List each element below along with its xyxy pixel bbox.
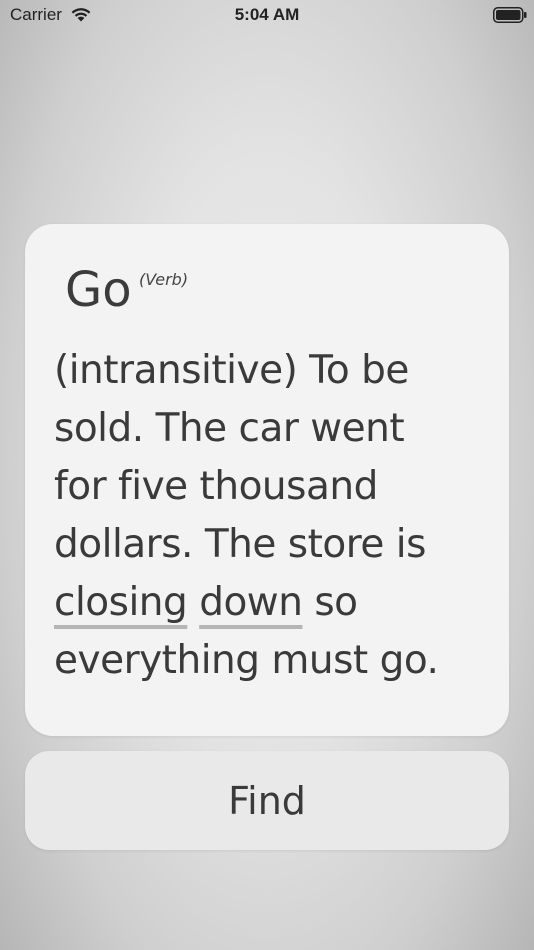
definition-text-segment: sold. The car went bbox=[54, 406, 405, 451]
find-button[interactable]: Find bbox=[25, 751, 509, 850]
clock: 5:04 AM bbox=[234, 5, 300, 24]
linked-word-down[interactable]: down bbox=[199, 580, 303, 625]
definition-text-segment: everything must go. bbox=[54, 638, 439, 683]
definition-text: (intransitive) To be sold. The car went … bbox=[54, 342, 484, 690]
find-button-label: Find bbox=[228, 778, 306, 823]
definition-text-segment: so bbox=[302, 580, 358, 625]
definition-line: (intransitive) To be bbox=[54, 342, 484, 400]
definition-line: closing down so bbox=[54, 574, 484, 632]
definition-line: sold. The car went bbox=[54, 400, 484, 458]
definition-text-segment: (intransitive) To be bbox=[54, 348, 409, 393]
definition-line: for five thousand bbox=[54, 458, 484, 516]
definition-line: dollars. The store is bbox=[54, 516, 484, 574]
definition-card: Go (Verb) (intransitive) To be sold. The… bbox=[25, 224, 509, 736]
definition-text-segment: dollars. The store is bbox=[54, 522, 426, 567]
linked-word-closing[interactable]: closing bbox=[54, 580, 188, 625]
status-bar: Carrier 5:04 AM bbox=[0, 0, 534, 30]
battery-icon bbox=[493, 7, 527, 23]
definition-line: everything must go. bbox=[54, 632, 484, 690]
definition-text-segment: for five thousand bbox=[54, 464, 378, 509]
word-title: Go bbox=[65, 262, 132, 318]
part-of-speech: (Verb) bbox=[139, 270, 189, 289]
definition-text-segment bbox=[187, 580, 199, 625]
